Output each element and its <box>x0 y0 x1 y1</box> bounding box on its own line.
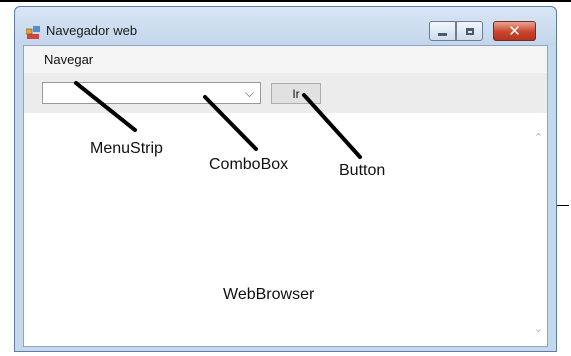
window-title: Navegador web <box>46 23 138 38</box>
go-button[interactable]: Ir <box>271 83 321 104</box>
url-combobox[interactable]: ⌵ <box>42 82 261 104</box>
annotation-menustrip: MenuStrip <box>90 140 163 157</box>
maximize-button[interactable] <box>456 21 483 41</box>
minimize-button[interactable] <box>429 21 456 41</box>
close-icon: ✕ <box>508 22 521 40</box>
menu-strip: Navegar <box>24 46 547 73</box>
annotation-combobox: ComboBox <box>209 156 289 173</box>
app-icon <box>26 26 40 39</box>
scroll-down-icon[interactable]: ⌄ <box>530 321 547 338</box>
vertical-scrollbar[interactable]: ⌃ ⌄ <box>530 113 547 346</box>
minimize-icon <box>438 32 447 36</box>
annotation-webbrowser: WebBrowser <box>223 286 315 303</box>
page-top-edge <box>0 0 571 2</box>
chevron-down-icon[interactable]: ⌵ <box>245 86 254 101</box>
address-bar: ⌵ Ir <box>24 73 547 113</box>
scroll-up-icon[interactable]: ⌃ <box>530 130 547 147</box>
page-margin-tick <box>557 205 569 206</box>
maximize-icon <box>465 27 474 35</box>
title-bar[interactable]: Navegador web ✕ <box>15 7 556 45</box>
annotation-button: Button <box>339 162 386 179</box>
close-button[interactable]: ✕ <box>493 21 536 41</box>
menu-item-navegar[interactable]: Navegar <box>44 52 93 67</box>
